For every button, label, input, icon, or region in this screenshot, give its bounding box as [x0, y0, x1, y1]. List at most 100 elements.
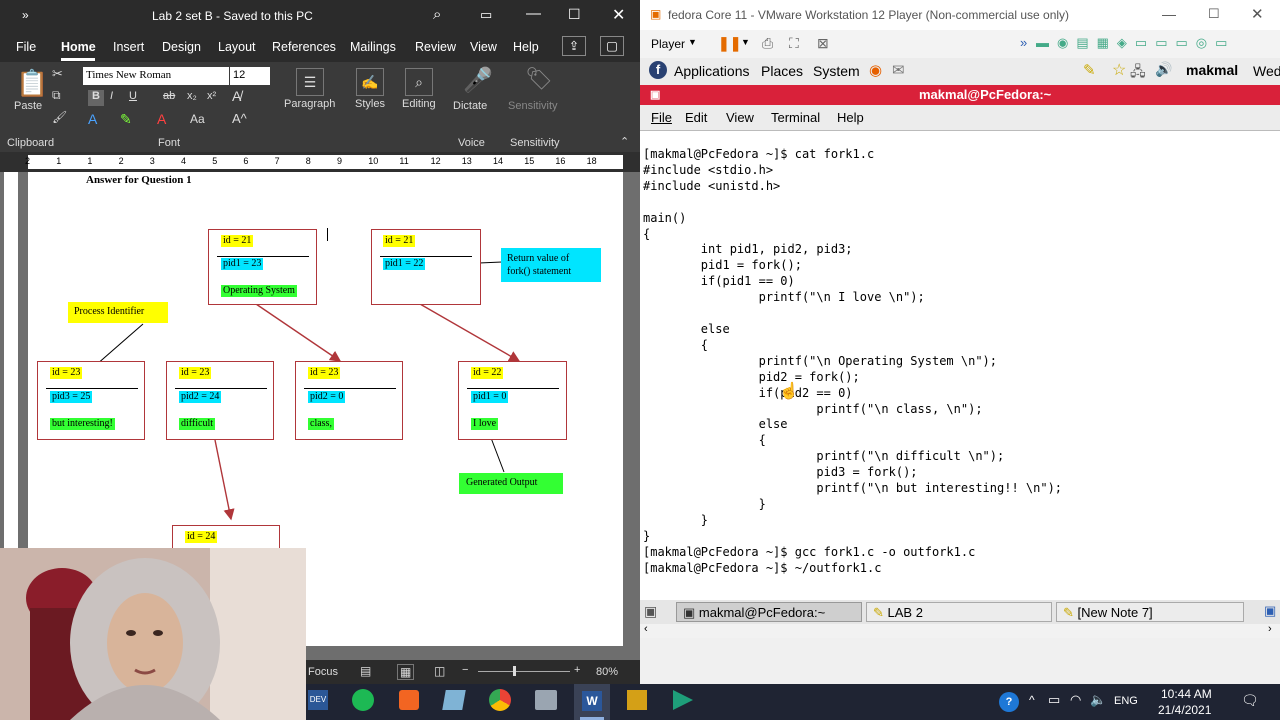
clear-format-icon[interactable]: A̸ [232, 88, 241, 104]
task-terminal-label[interactable]: makmal@PcFedora:~ [699, 605, 825, 620]
paste-label[interactable]: Paste [14, 100, 42, 112]
help-icon[interactable]: ? [999, 692, 1019, 712]
task-new-note-label[interactable]: [New Note 7] [1078, 605, 1153, 620]
terminal-text[interactable]: [makmal@PcFedora ~]$ cat fork1.c #includ… [640, 131, 1280, 576]
web-layout-icon[interactable]: ◫ [434, 664, 445, 678]
find-icon[interactable]: ⌕ [405, 68, 433, 96]
app-green-icon[interactable] [673, 690, 693, 710]
pause-icon[interactable]: ❚❚ [718, 35, 741, 52]
taskbar-date[interactable]: 21/4/2021 [1158, 703, 1211, 717]
cut-icon[interactable]: ✂ [52, 66, 63, 82]
devcpp-icon[interactable]: DEV [308, 690, 328, 710]
maximize-icon[interactable]: ☐ [568, 6, 581, 23]
format-painter-icon[interactable]: 🖌 [52, 110, 67, 124]
unity-icon[interactable]: ⊠ [817, 35, 829, 52]
tab-view[interactable]: View [470, 40, 497, 54]
clock-day[interactable]: Wed [1253, 63, 1280, 79]
vm-maximize-icon[interactable]: ☐ [1208, 6, 1220, 22]
strikethrough-icon[interactable]: ab [163, 90, 175, 102]
menu-applications[interactable]: Applications [674, 63, 750, 79]
fullscreen-icon[interactable]: ⛶ [789, 35, 799, 52]
mail-icon[interactable]: ✉ [892, 61, 905, 79]
tray-app-icon[interactable]: ▭ [1048, 692, 1060, 708]
underline-icon[interactable]: U [129, 90, 137, 102]
zoom-thumb[interactable] [513, 666, 516, 676]
menu-system[interactable]: System [813, 63, 860, 79]
scroll-right-icon[interactable]: › [1268, 623, 1272, 635]
share-icon[interactable]: ⇪ [562, 36, 586, 56]
read-mode-icon[interactable]: ▤ [360, 664, 371, 678]
paragraph-label[interactable]: Paragraph [284, 98, 335, 110]
tab-references[interactable]: References [272, 40, 336, 54]
grow-font-icon[interactable]: A^ [232, 111, 247, 126]
word-icon[interactable]: W [582, 691, 602, 711]
minimize-icon[interactable]: — [526, 5, 541, 22]
zoom-out-icon[interactable]: − [462, 664, 468, 676]
subscript-icon[interactable]: x₂ [187, 90, 197, 102]
styles-label[interactable]: Styles [355, 98, 385, 110]
term-menu-terminal[interactable]: Terminal [771, 110, 820, 125]
paragraph-icon[interactable]: ☰ [296, 68, 324, 96]
font-name-select[interactable]: Times New Roman [83, 67, 229, 85]
horizontal-scrollbar[interactable]: ‹ › [640, 623, 1280, 638]
tab-mailings[interactable]: Mailings [350, 40, 396, 54]
send-ctrl-alt-del-icon[interactable]: ⎙ [762, 35, 773, 52]
term-menu-edit[interactable]: Edit [685, 110, 707, 125]
tab-review[interactable]: Review [415, 40, 456, 54]
chrome-icon[interactable] [489, 689, 511, 711]
paste-icon[interactable]: 📋 [16, 68, 48, 99]
word-taskbar-button[interactable]: W [574, 684, 610, 720]
font-color-icon[interactable]: A [157, 111, 166, 127]
tab-layout[interactable]: Layout [218, 40, 256, 54]
notes-icon[interactable]: ✎ [1083, 61, 1096, 79]
text-effects-icon[interactable]: A [88, 111, 97, 127]
file-explorer-icon[interactable] [535, 690, 557, 710]
task-terminal[interactable]: ▣ makmal@PcFedora:~ [676, 602, 862, 622]
collapse-ribbon-icon[interactable]: ⌃ [620, 135, 629, 148]
task-lab2-label[interactable]: LAB 2 [888, 605, 923, 620]
tray-overflow-icon[interactable]: ^ [1029, 693, 1035, 707]
highlight-icon[interactable]: ✎ [120, 111, 132, 128]
scroll-left-icon[interactable]: ‹ [644, 623, 648, 635]
qat-expand-icon[interactable]: » [22, 8, 29, 22]
star-icon[interactable]: ☆ [1112, 60, 1126, 80]
microphone-icon[interactable]: 🎤 [463, 66, 493, 95]
wifi-icon[interactable]: ◠ [1070, 692, 1081, 708]
tab-design[interactable]: Design [162, 40, 201, 54]
app-orange-icon[interactable] [399, 690, 419, 710]
network-icon[interactable]: 🖧 [1130, 61, 1146, 85]
language-indicator[interactable]: ENG [1114, 695, 1138, 707]
search-icon[interactable]: ⌕ [433, 6, 441, 23]
tab-help[interactable]: Help [513, 40, 539, 54]
tab-file[interactable]: File [16, 40, 36, 54]
notifications-icon[interactable]: 🗨 [1241, 692, 1259, 709]
italic-icon[interactable]: I [110, 90, 113, 102]
task-new-note[interactable]: ✎ [New Note 7] [1056, 602, 1244, 622]
vm-close-icon[interactable]: ✕ [1251, 5, 1264, 23]
show-desktop-icon[interactable]: ▣ [644, 603, 657, 620]
firefox-icon[interactable]: ◉ [869, 61, 882, 79]
device-icons[interactable]: ▬◉▤▦◈▭▭▭◎▭ [1036, 35, 1235, 51]
close-icon[interactable]: ✕ [612, 5, 625, 25]
task-lab2[interactable]: ✎ LAB 2 [866, 602, 1052, 622]
zoom-level[interactable]: 80% [596, 666, 618, 678]
vmware-taskbar-icon[interactable] [627, 690, 647, 710]
tab-home[interactable]: Home [61, 40, 96, 54]
player-dropdown-icon[interactable]: ▼ [688, 37, 697, 47]
menu-places[interactable]: Places [761, 63, 803, 79]
terminal-output[interactable]: [makmal@PcFedora ~]$ cat fork1.c #includ… [640, 130, 1280, 600]
zoom-slider[interactable] [478, 671, 570, 672]
focus-mode[interactable]: Focus [308, 666, 338, 678]
term-menu-help[interactable]: Help [837, 110, 864, 125]
more-devices-icon[interactable]: » [1020, 35, 1027, 50]
pause-dropdown-icon[interactable]: ▼ [741, 37, 750, 47]
player-menu[interactable]: Player [651, 37, 685, 51]
comments-icon[interactable]: ▢ [600, 36, 624, 56]
workspace-icon[interactable]: ▣ [1264, 603, 1276, 619]
superscript-icon[interactable]: x² [207, 90, 216, 102]
spotify-icon[interactable] [352, 689, 374, 711]
bold-icon[interactable]: B [88, 90, 104, 106]
print-layout-icon[interactable]: ▦ [397, 664, 415, 680]
fedora-logo-icon[interactable]: f [649, 61, 667, 79]
change-case-icon[interactable]: Aa [190, 112, 205, 126]
